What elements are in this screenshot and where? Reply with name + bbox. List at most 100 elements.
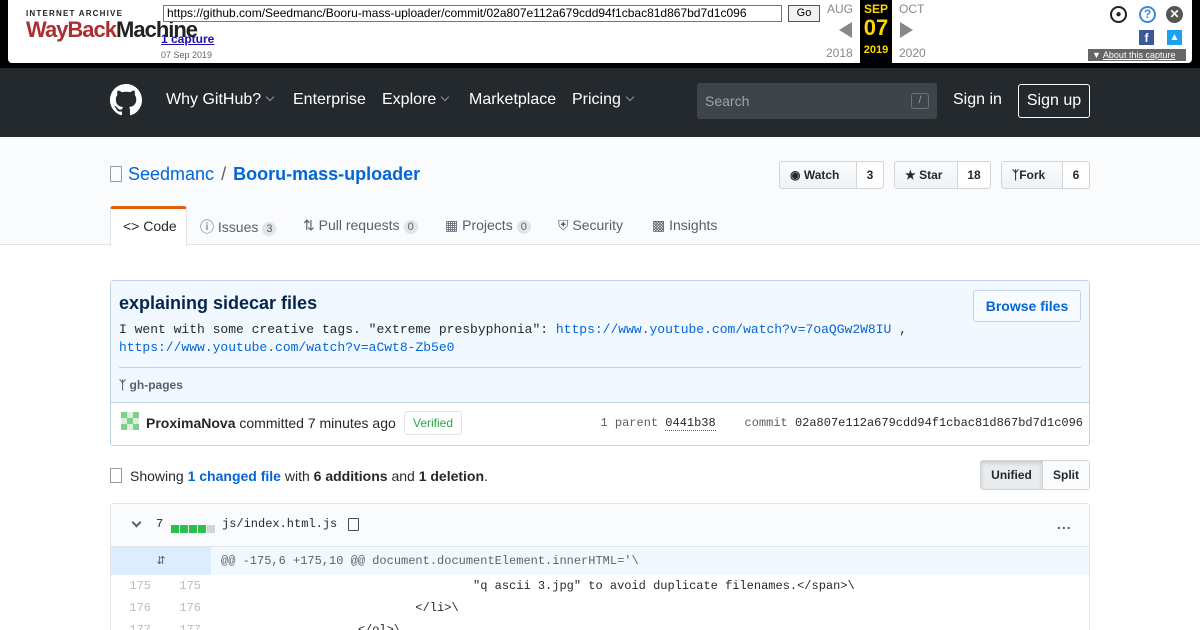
tab-code[interactable]: <> Code [110,206,187,246]
tab-issues[interactable]: ⓘ Issues 3 [200,217,277,237]
issues-count: 3 [262,222,277,236]
line-code: </ol>\ [221,623,402,630]
diff-line: 175 175 "q ascii 3.jpg" to avoid duplica… [111,575,1089,597]
diff-summary: Showing 1 changed file with 6 additions … [110,466,488,484]
repo-header: Seedmanc / Booru-mass-uploader ◉ Watch 3… [0,137,1200,246]
facebook-icon[interactable]: f [1139,30,1154,45]
wayback-capture-date: 07 Sep 2019 [161,50,213,60]
new-line-number[interactable]: 175 [161,575,201,597]
old-line-number[interactable]: 177 [111,619,151,630]
wayback-go-button[interactable]: Go [788,5,820,22]
wayback-toolbar: INTERNET ARCHIVE WayBackMachine https://… [0,0,1200,68]
fork-label: ᛉFork [1012,168,1046,182]
wayback-about-capture[interactable]: ▼ About this capture [1088,49,1186,61]
expand-icon[interactable]: ⇵ [111,547,211,575]
parent-sha-link[interactable]: 0441b38 [665,416,716,431]
changed-files-link[interactable]: 1 changed file [188,468,281,484]
project-icon: ▦ [445,217,459,233]
file-header: 7 js/index.html.js ... [111,504,1089,547]
star-button[interactable]: ★ Star 18 [894,161,991,189]
hunk-text: @@ -175,6 +175,10 @@ document.documentEl… [221,554,639,568]
wayback-captures-link[interactable]: 1 capture [161,32,214,46]
site-header: Why GitHub? Enterprise Explore Marketpla… [0,68,1200,137]
wayback-next-arrow-icon[interactable] [900,22,913,38]
author-link[interactable]: ProximaNova [146,415,235,431]
line-code: </li>\ [221,601,459,615]
repo-owner-link[interactable]: Seedmanc [128,164,214,184]
file-diff: 7 js/index.html.js ... ⇵ @@ -175,6 +175,… [110,503,1090,630]
chevron-down-icon [441,92,450,102]
commit-description: I went with some creative tags. "extreme… [119,322,907,355]
line-code: "q ascii 3.jpg" to avoid duplicate filen… [221,579,855,593]
tab-pull-requests[interactable]: ⇅ Pull requests 0 [303,217,418,234]
twitter-icon[interactable]: ▲ [1167,30,1182,45]
file-diff-icon[interactable] [110,468,122,483]
sign-in-link[interactable]: Sign in [953,91,1002,109]
search-shortcut-key: / [911,93,929,109]
watch-count[interactable]: 3 [856,162,883,188]
commit-sha-info: 1 parent 0441b38 commit 02a807e112a679cd… [600,416,1083,431]
branch-label[interactable]: ᛉ gh-pages [119,378,183,392]
clipboard-icon[interactable] [348,518,359,531]
projects-count: 0 [516,220,531,234]
fork-button[interactable]: ᛉFork 6 [1001,161,1090,189]
avatar[interactable] [121,412,139,430]
wayback-panel: INTERNET ARCHIVE WayBackMachine https://… [8,0,1192,63]
nav-enterprise[interactable]: Enterprise [293,91,366,109]
wayback-prev-month[interactable]: AUG [827,2,853,16]
wayback-help-icon[interactable]: ? [1139,6,1156,23]
old-line-number[interactable]: 176 [111,597,151,619]
watch-button[interactable]: ◉ Watch 3 [779,161,884,189]
nav-explore[interactable]: Explore [382,91,450,109]
repo-title: Seedmanc / Booru-mass-uploader [110,164,420,185]
eye-icon: ◉ [790,168,801,182]
search-input[interactable]: Search / [697,83,937,119]
github-logo-icon[interactable] [110,84,142,116]
shield-icon: ⛨ [558,217,569,233]
star-count[interactable]: 18 [957,162,990,188]
wayback-prev-arrow-icon[interactable] [839,22,852,38]
repo-title-separator: / [221,164,227,184]
fork-count[interactable]: 6 [1062,162,1089,188]
sign-up-button[interactable]: Sign up [1018,84,1090,118]
chevron-down-icon[interactable] [131,517,142,528]
wayback-next-month[interactable]: OCT [899,2,924,16]
search-placeholder: Search [705,93,750,109]
nav-why-github[interactable]: Why GitHub? [166,91,275,109]
wayback-cur-day: 07 [863,15,889,40]
repo-icon [110,166,122,182]
verified-badge[interactable]: Verified [404,411,462,435]
file-name-link[interactable]: js/index.html.js [222,517,337,531]
tab-projects[interactable]: ▦ Projects 0 [445,217,531,234]
split-button[interactable]: Split [1043,461,1089,489]
more-options-icon[interactable]: ... [1057,517,1072,531]
commit-title: explaining sidecar files [119,293,318,313]
nav-pricing[interactable]: Pricing [572,91,635,109]
tab-security[interactable]: ⛨ Security [558,217,623,234]
diff-line: 176 176 </li>\ [111,597,1089,619]
file-change-count: 7 [156,517,164,531]
commit-link-2[interactable]: https://www.youtube.com/watch?v=aCwt8-Zb… [119,340,454,355]
wayback-prev-year[interactable]: 2018 [826,46,853,60]
wayback-close-icon[interactable]: ✕ [1166,6,1183,23]
nav-marketplace[interactable]: Marketplace [469,91,556,109]
repo-name-link[interactable]: Booru-mass-uploader [233,164,420,184]
pull-request-icon: ⇅ [303,217,315,233]
new-line-number[interactable]: 177 [161,619,201,630]
divider [119,367,1081,368]
star-label: ★ Star [905,168,943,182]
commit-link-1[interactable]: https://www.youtube.com/watch?v=7oaQGw2W… [556,322,891,337]
diffstat [171,520,216,536]
wayback-url-input[interactable]: https://github.com/Seedmanc/Booru-mass-u… [163,5,782,22]
hunk-header: ⇵ @@ -175,6 +175,10 @@ document.document… [111,547,1089,575]
wayback-next-year[interactable]: 2020 [899,46,926,60]
unified-button[interactable]: Unified [981,461,1043,489]
browse-files-button[interactable]: Browse files [973,290,1081,322]
issue-icon: ⓘ [200,219,214,235]
wayback-user-icon[interactable]: ● [1110,6,1127,23]
new-line-number[interactable]: 176 [161,597,201,619]
old-line-number[interactable]: 175 [111,575,151,597]
wayback-logo[interactable]: INTERNET ARCHIVE WayBackMachine [26,9,198,49]
commit-header: explaining sidecar files I went with som… [111,281,1089,403]
tab-insights[interactable]: ▩ Insights [652,217,717,234]
